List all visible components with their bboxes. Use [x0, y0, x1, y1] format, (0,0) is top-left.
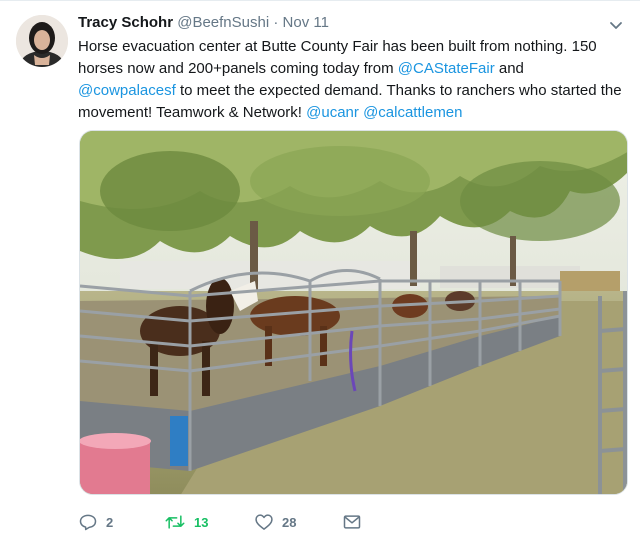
like-icon — [255, 514, 273, 530]
tweet-text: Horse evacuation center at Butte County … — [78, 36, 623, 124]
retweet-button[interactable]: 13 — [164, 510, 208, 534]
reply-count: 2 — [106, 514, 114, 530]
avatar-image — [16, 15, 68, 67]
chevron-down-icon[interactable] — [606, 15, 626, 35]
reply-icon — [79, 514, 97, 531]
tweet-card[interactable]: Tracy Schohr @BeefnSushi · Nov 11 Horse … — [0, 0, 640, 538]
message-icon — [343, 515, 361, 529]
message-button[interactable] — [342, 510, 362, 534]
separator: · — [273, 14, 279, 31]
text-part: and — [494, 60, 524, 77]
like-count: 28 — [282, 514, 297, 530]
horse-pens-photo — [80, 131, 627, 494]
retweet-count: 13 — [194, 514, 209, 530]
retweet-icon — [165, 515, 185, 529]
mention-link[interactable]: @cowpalacesf — [78, 82, 176, 99]
mention-link[interactable]: @ucanr — [306, 104, 359, 121]
tweet-photo[interactable] — [79, 130, 628, 495]
like-button[interactable]: 28 — [254, 510, 296, 534]
author-handle[interactable]: @BeefnSushi — [177, 14, 269, 31]
avatar[interactable] — [16, 15, 68, 67]
tweet-header: Tracy Schohr @BeefnSushi · Nov 11 — [78, 13, 598, 33]
reply-button[interactable]: 2 — [78, 510, 113, 534]
mention-link[interactable]: @calcattlemen — [363, 104, 462, 121]
mention-link[interactable]: @CAStateFair — [398, 60, 495, 77]
tweet-date[interactable]: Nov 11 — [283, 14, 329, 31]
author-name[interactable]: Tracy Schohr — [78, 14, 173, 31]
